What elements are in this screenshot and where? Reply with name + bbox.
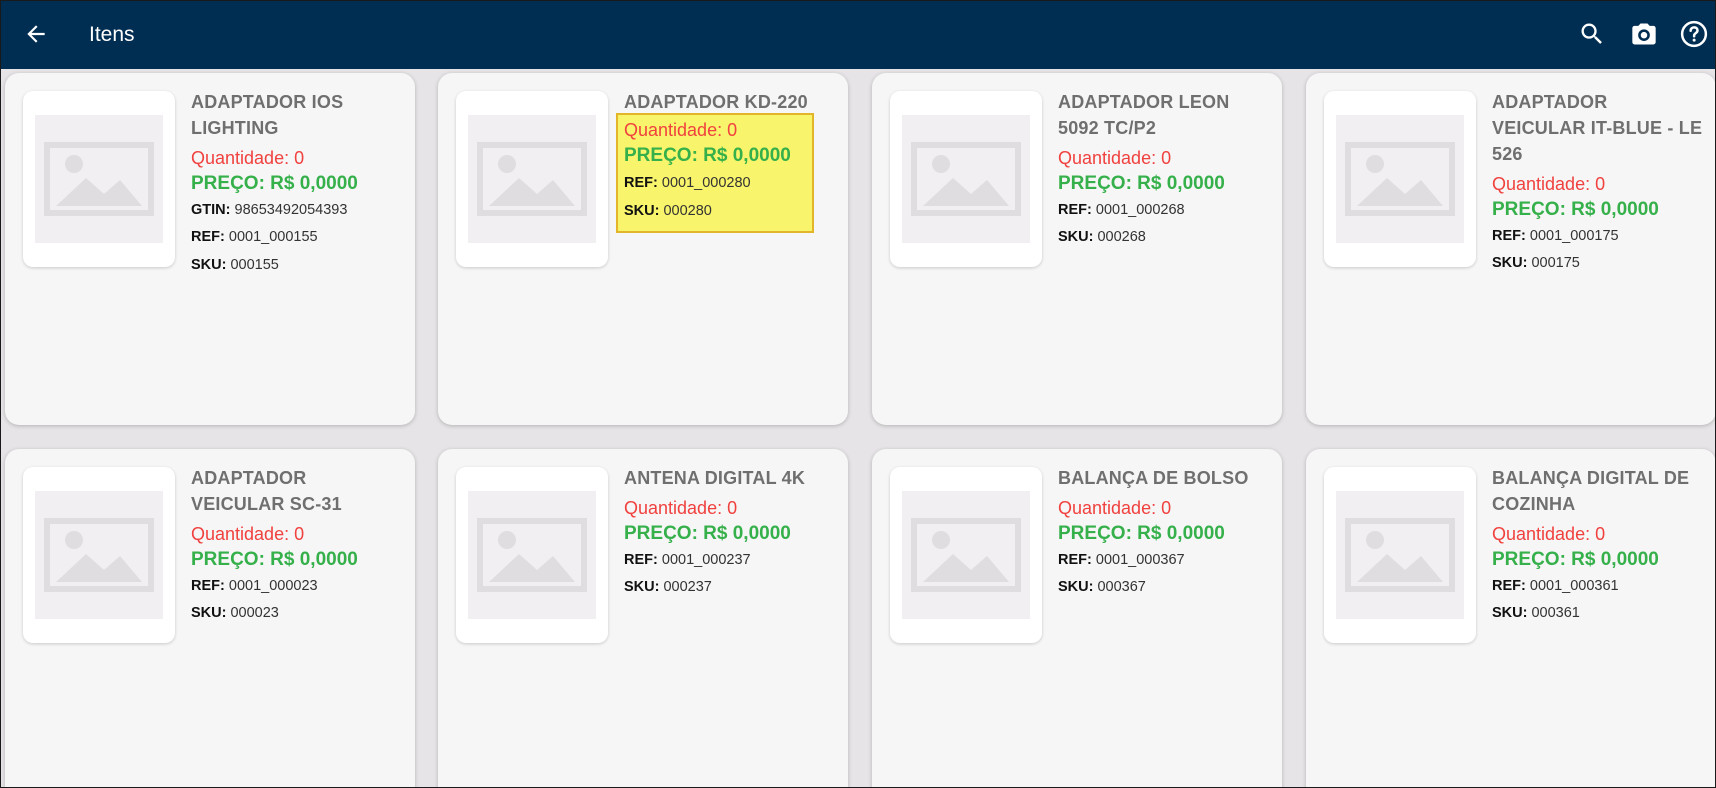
item-sku: SKU: 000367	[1058, 579, 1146, 595]
image-placeholder-icon	[477, 142, 587, 216]
highlighted-item-details: Quantidade: 0 PREÇO: R$ 0,0000 REF: 0001…	[616, 113, 814, 233]
item-quantity: Quantidade: 0	[624, 498, 738, 518]
item-ref: REF: 0001_000268	[1058, 202, 1185, 218]
arrow-left-icon	[27, 25, 45, 43]
item-name: BALANÇA DIGITAL DE COZINHA	[1492, 468, 1690, 514]
image-placeholder-icon	[44, 142, 154, 216]
help-button[interactable]	[1677, 17, 1711, 51]
item-ref: REF: 0001_000361	[1492, 578, 1619, 594]
image-placeholder-icon	[911, 142, 1021, 216]
item-quantity: Quantidade: 0	[191, 148, 305, 168]
page-title: Itens	[89, 23, 135, 46]
item-card[interactable]: ADAPTADOR IOS LIGHTING Quantidade: 0 PRE…	[5, 73, 415, 425]
item-price: PREÇO: R$ 0,0000	[191, 549, 358, 570]
item-name: BALANÇA DE BOLSO	[1058, 468, 1249, 488]
item-card[interactable]: ADAPTADOR VEICULAR IT-BLUE - LE 526 Quan…	[1306, 73, 1715, 425]
item-quantity: Quantidade: 0	[624, 120, 738, 140]
item-card[interactable]: BALANÇA DIGITAL DE COZINHA Quantidade: 0…	[1306, 449, 1715, 787]
item-ref: REF: 0001_000237	[624, 552, 751, 568]
item-card[interactable]: ADAPTADOR LEON 5092 TC/P2 Quantidade: 0 …	[872, 73, 1282, 425]
item-name: ANTENA DIGITAL 4K	[624, 468, 806, 488]
item-quantity: Quantidade: 0	[191, 524, 305, 544]
item-thumbnail	[1324, 91, 1476, 267]
item-card[interactable]: ANTENA DIGITAL 4K Quantidade: 0 PREÇO: R…	[438, 449, 848, 787]
app-frame: ADAPTADOR IOS LIGHTING Quantidade: 0 PRE…	[0, 0, 1716, 788]
item-card[interactable]: ADAPTADOR KD-220 Quantidade: 0 PREÇO: R$…	[438, 73, 848, 425]
item-ref: REF: 0001_000155	[191, 229, 318, 245]
item-quantity: Quantidade: 0	[1492, 174, 1606, 194]
camera-icon	[1632, 23, 1656, 45]
camera-button[interactable]	[1627, 17, 1661, 51]
item-quantity: Quantidade: 0	[1492, 524, 1606, 544]
item-thumbnail	[1324, 467, 1476, 643]
item-ref: REF: 0001_000280	[624, 175, 751, 191]
item-ref: REF: 0001_000023	[191, 578, 318, 594]
item-sku: SKU: 000280	[624, 203, 712, 219]
item-ref: REF: 0001_000175	[1492, 228, 1619, 244]
item-sku: SKU: 000175	[1492, 255, 1580, 271]
item-gtin: GTIN: 98653492054393	[191, 202, 348, 218]
item-price: PREÇO: R$ 0,0000	[1058, 523, 1225, 544]
item-sku: SKU: 000268	[1058, 229, 1146, 245]
item-thumbnail	[456, 467, 608, 643]
item-thumbnail	[890, 91, 1042, 267]
item-card[interactable]: BALANÇA DE BOLSO Quantidade: 0 PREÇO: R$…	[872, 449, 1282, 787]
item-price: PREÇO: R$ 0,0000	[624, 523, 791, 544]
item-price: PREÇO: R$ 0,0000	[191, 173, 358, 194]
image-placeholder-icon	[44, 518, 154, 592]
item-name: ADAPTADOR VEICULAR SC-31	[191, 468, 342, 514]
image-placeholder-icon	[477, 518, 587, 592]
search-button[interactable]	[1575, 17, 1609, 51]
image-placeholder-icon	[911, 518, 1021, 592]
help-icon	[1680, 20, 1708, 48]
item-sku: SKU: 000361	[1492, 605, 1580, 621]
item-name: ADAPTADOR IOS LIGHTING	[191, 92, 344, 138]
item-thumbnail	[890, 467, 1042, 643]
item-thumbnail	[23, 467, 175, 643]
top-app-bar: Itens	[1, 1, 1715, 69]
item-name: ADAPTADOR LEON 5092 TC/P2	[1058, 92, 1230, 138]
back-button[interactable]	[19, 17, 53, 51]
search-icon	[1581, 23, 1602, 44]
item-sku: SKU: 000155	[191, 257, 279, 273]
image-placeholder-icon	[1345, 142, 1455, 216]
item-thumbnail	[456, 91, 608, 267]
item-price: PREÇO: R$ 0,0000	[1058, 173, 1225, 194]
image-placeholder-icon	[1345, 518, 1455, 592]
item-price: PREÇO: R$ 0,0000	[1492, 199, 1659, 220]
item-price: PREÇO: R$ 0,0000	[1492, 549, 1659, 570]
item-card[interactable]: ADAPTADOR VEICULAR SC-31 Quantidade: 0 P…	[5, 449, 415, 787]
item-sku: SKU: 000237	[624, 579, 712, 595]
item-quantity: Quantidade: 0	[1058, 498, 1172, 518]
item-name: ADAPTADOR KD-220	[624, 92, 808, 112]
item-name: ADAPTADOR VEICULAR IT-BLUE - LE 526	[1492, 92, 1703, 164]
items-grid: ADAPTADOR IOS LIGHTING Quantidade: 0 PRE…	[1, 1, 1715, 787]
item-quantity: Quantidade: 0	[1058, 148, 1172, 168]
item-ref: REF: 0001_000367	[1058, 552, 1185, 568]
item-price: PREÇO: R$ 0,0000	[624, 145, 791, 166]
item-sku: SKU: 000023	[191, 605, 279, 621]
item-thumbnail	[23, 91, 175, 267]
